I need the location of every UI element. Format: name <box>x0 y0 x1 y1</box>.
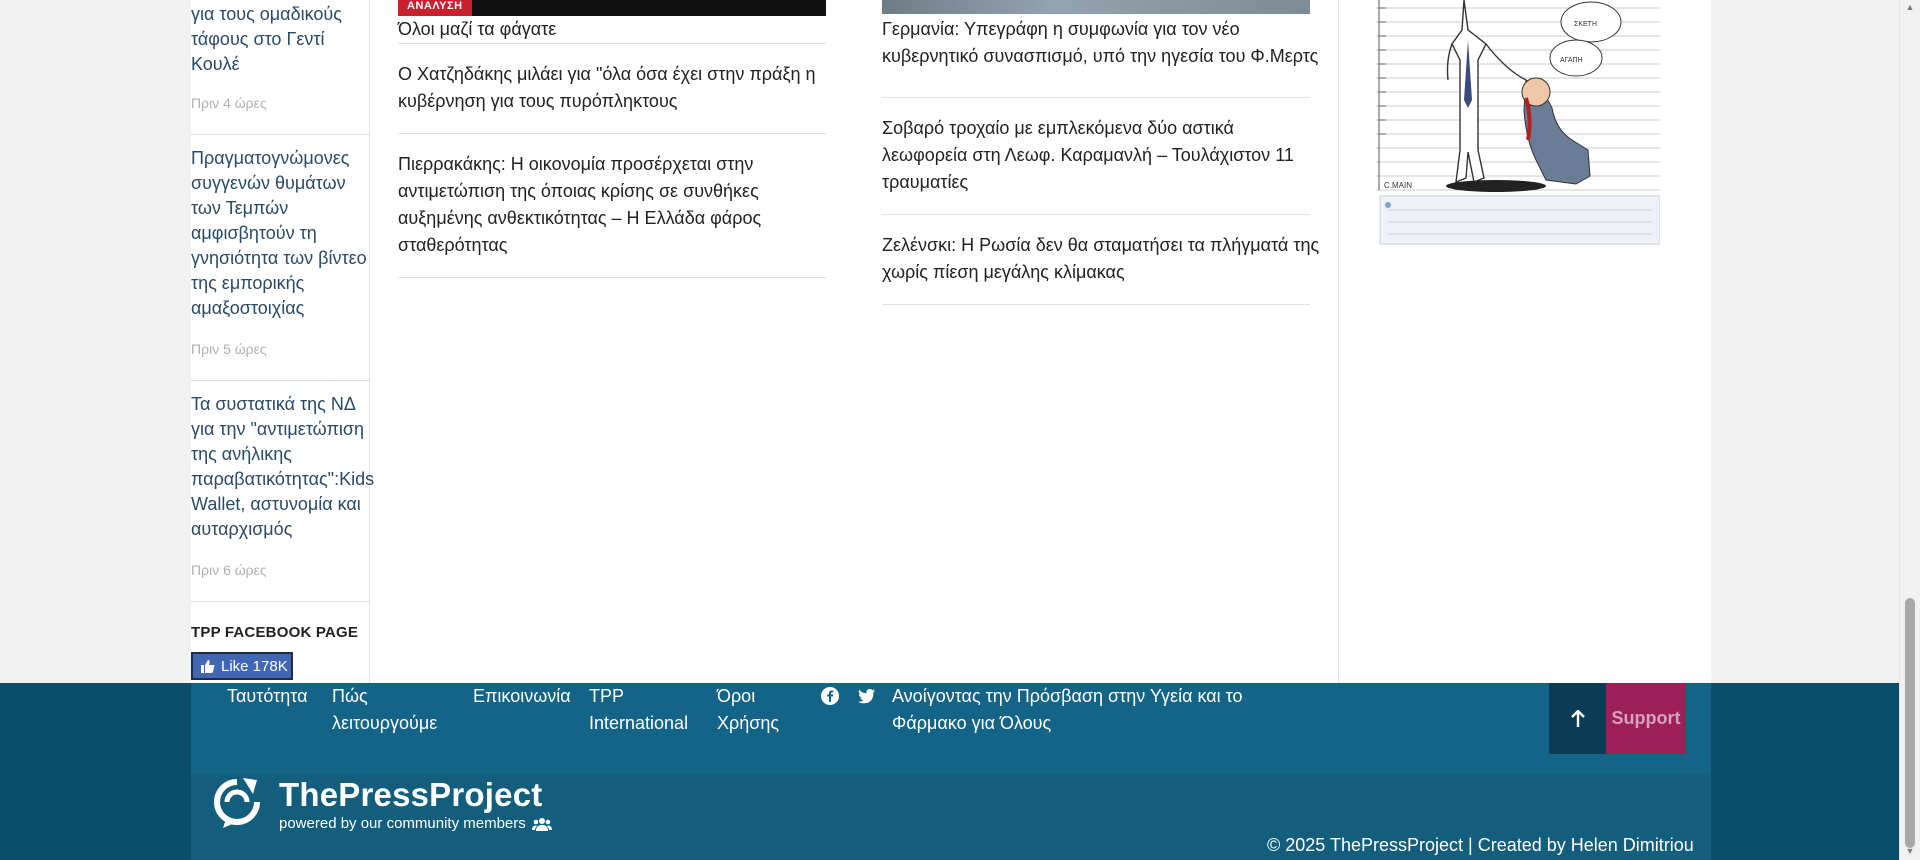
facebook-icon[interactable] <box>820 686 840 706</box>
article-divider <box>398 277 826 278</box>
sidebar-rule <box>191 134 369 135</box>
scroll-up-arrow-icon[interactable]: ▲ <box>1902 2 1918 14</box>
footer-link-terms[interactable]: Όροι Χρήσης <box>717 683 787 737</box>
cartoon-image[interactable]: ΣΚΕΤΗ ΑΓΑΠΗ C.MAIN <box>1376 0 1661 246</box>
facebook-like-button[interactable]: Like 178K <box>191 652 293 680</box>
footer-background <box>1711 683 1899 860</box>
twitter-icon[interactable] <box>856 686 876 706</box>
tpp-logo-icon[interactable] <box>213 776 261 832</box>
copyright-text: © 2025 ThePressProject | Created by Hele… <box>1267 835 1694 855</box>
article-divider <box>398 133 826 134</box>
brand-tagline-row: powered by our community members <box>279 815 552 832</box>
article-image[interactable] <box>882 0 1310 14</box>
article-divider <box>882 304 1310 305</box>
article-headline[interactable]: Γερμανία: Υπεγράφη η συμφωνία για τον νέ… <box>882 16 1322 70</box>
footer-background <box>0 683 191 860</box>
cartoon-drawing: ΣΚΕΤΗ ΑΓΑΠΗ C.MAIN <box>1376 0 1661 246</box>
svg-text:C.MAIN: C.MAIN <box>1384 181 1412 190</box>
article-headline[interactable]: Ζελένσκι: Η Ρωσία δεν θα σταματήσει τα π… <box>882 232 1322 286</box>
brand-name[interactable]: ThePressProject <box>279 776 542 814</box>
article-headline[interactable]: Όλοι μαζί τα φάγατε <box>398 16 828 42</box>
scroll-to-top-button[interactable] <box>1549 683 1606 754</box>
scroll-down-arrow-icon[interactable]: ▼ <box>1902 846 1918 858</box>
article-headline[interactable]: Σοβαρό τροχαίο με εμπλεκόμενα δύο αστικά… <box>882 115 1322 196</box>
sidebar-rule <box>191 380 369 381</box>
column-divider <box>1338 0 1339 683</box>
sidebar-item-title[interactable]: Τα συστατικά της ΝΔ για την "αντιμετώπισ… <box>191 392 374 542</box>
sidebar-divider <box>369 0 370 683</box>
sidebar-rule <box>191 601 369 602</box>
article-headline[interactable]: Ο Χατζηδάκης μιλάει για "όλα όσα έχει στ… <box>398 61 828 115</box>
article-divider <box>882 214 1310 215</box>
scrollbar-thumb[interactable] <box>1905 598 1915 848</box>
article-divider <box>398 43 826 44</box>
footer-link-contact[interactable]: Επικοινωνία <box>473 683 571 710</box>
article-headline[interactable]: Πιερρακάκης: Η οικονομία προσέρχεται στη… <box>398 151 828 259</box>
arrow-up-icon <box>1570 709 1585 727</box>
footer-link-identity[interactable]: Ταυτότητα <box>227 683 308 710</box>
sidebar-item-title[interactable]: Πραγματογνώμονες συγγενών θυμάτων των Τε… <box>191 146 369 321</box>
brand-tagline: powered by our community members <box>279 815 526 832</box>
sidebar-item-time: Πριν 5 ώρες <box>191 341 267 357</box>
svg-text:ΑΓΑΠΗ: ΑΓΑΠΗ <box>1560 57 1583 64</box>
facebook-like-label: Like 178K <box>221 657 288 675</box>
footer-link-international[interactable]: TPP International <box>589 683 689 737</box>
category-tag[interactable]: ΑΝΑΛΥΣΗ <box>398 0 472 16</box>
thumbs-up-icon <box>201 660 215 673</box>
footer-campaign-link[interactable]: Ανοίγοντας την Πρόσβαση στην Υγεία και τ… <box>892 683 1272 737</box>
sidebar-item-title[interactable]: για τους ομαδικούς τάφους στο Γεντί Κουλ… <box>191 2 369 77</box>
facebook-section-title: TPP FACEBOOK PAGE <box>191 624 359 641</box>
support-button[interactable]: Support <box>1606 683 1686 754</box>
svg-text:ΣΚΕΤΗ: ΣΚΕΤΗ <box>1574 21 1597 28</box>
article-divider <box>882 97 1310 98</box>
sidebar-item-time: Πριν 4 ώρες <box>191 95 267 111</box>
group-icon <box>531 817 552 831</box>
sidebar-item-time: Πριν 6 ώρες <box>191 562 267 578</box>
footer-link-how-we-work[interactable]: Πώς λειτουργούμε <box>332 683 448 737</box>
